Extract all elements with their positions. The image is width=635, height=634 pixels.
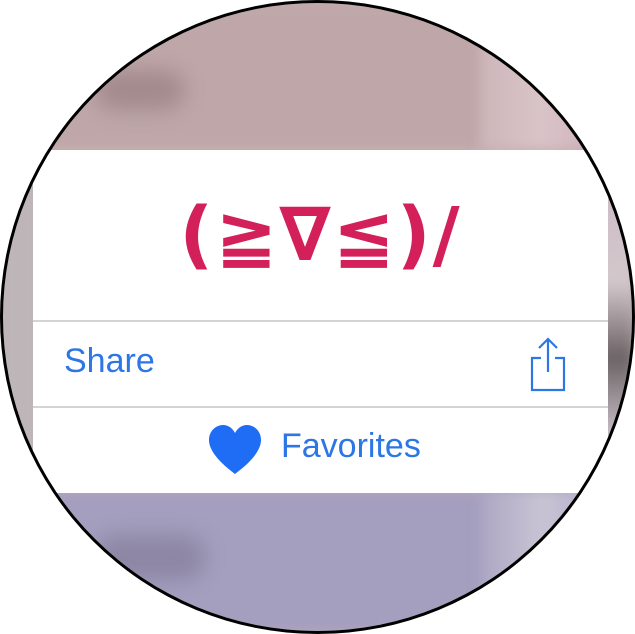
magnifier-lens: (≧∇≦)/ Share Favorites	[3, 3, 632, 631]
heart-icon	[209, 425, 261, 474]
emoticon-preview: (≧∇≦)/	[179, 192, 462, 278]
emoticon-popup: (≧∇≦)/ Share Favorites	[33, 150, 608, 493]
favorites-label: Favorites	[281, 427, 421, 465]
favorites-button[interactable]: Favorites	[33, 408, 608, 493]
share-button[interactable]: Share	[33, 322, 608, 406]
share-icon	[530, 337, 566, 392]
share-label: Share	[64, 342, 155, 380]
magnifier-view: (≧∇≦)/ Share Favorites	[0, 0, 635, 634]
